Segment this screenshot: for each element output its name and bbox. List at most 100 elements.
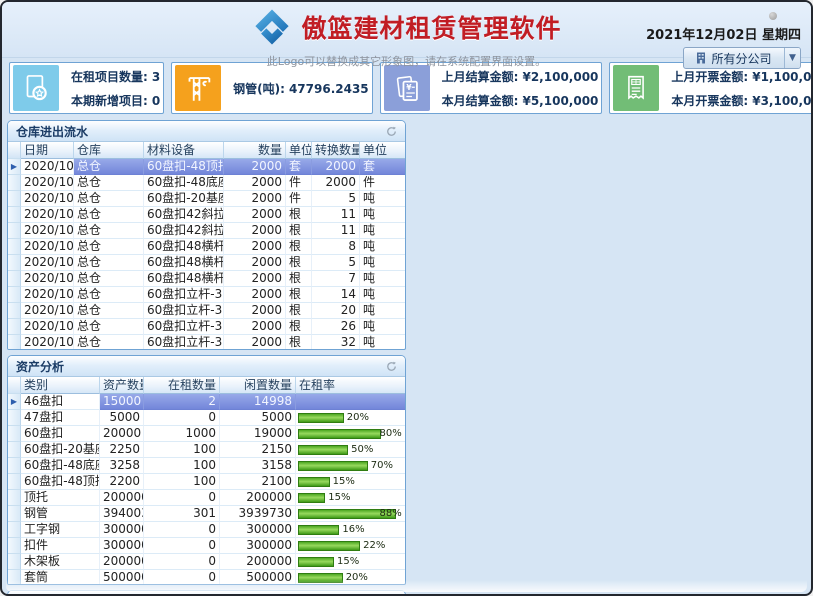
table-cell: 2020/10/5 [21,207,74,223]
table-cell: 20000 [100,426,144,442]
table-row[interactable]: 扣件300000030000022% [8,538,405,554]
selected-row-indicator: ▶ [8,159,21,175]
panel-asset-analysis: 资产分析 类别资产数量在租数量闲置数量在租率▶46盘扣1500021499847… [7,355,406,585]
table-row[interactable]: 60盘扣2000010001900080% [8,426,405,442]
column-header[interactable]: 在租数量 [144,377,220,394]
table-cell: 47盘扣 [21,410,100,426]
table-cell: 根 [286,255,312,271]
table-cell: 60盘扣48横杆-... [144,271,224,287]
table-cell: 吨 [360,191,406,207]
stat-label: 在租项目数量: [71,70,148,84]
table-cell: 总仓 [74,175,144,191]
row-indicator-header [8,377,21,394]
column-header[interactable]: 日期 [21,142,74,159]
app-logo-icon [251,6,293,48]
stat-label: 上月开票金额: [671,70,748,84]
table-cell: 3940031 [100,506,144,522]
rent-rate-label: 50% [351,442,373,457]
table-cell: 2000 [312,159,360,175]
refresh-icon[interactable] [384,124,399,139]
row-indicator-header [8,142,21,159]
table-cell: 2020/10/5 [21,159,74,175]
table-cell: 扣件 [21,538,100,554]
column-header[interactable]: 闲置数量 [220,377,296,394]
table-row[interactable]: 工字钢300000030000016% [8,522,405,538]
table-row[interactable]: 钢管3940031301393973088% [8,506,405,522]
dropdown-arrow-button[interactable]: ▼ [784,48,800,68]
table-cell: 根 [286,335,312,350]
table-row[interactable]: 47盘扣50000500020% [8,410,405,426]
table-cell: 5 [312,255,360,271]
stat-value: 0 [152,94,160,108]
table-cell: 60盘扣立杆-3.... [144,319,224,335]
table-cell: 2020/10/5 [21,335,74,350]
table-cell: 2000 [312,175,360,191]
table-cell: 0 [144,538,220,554]
table-cell: 60盘扣-20基座... [144,191,224,207]
table-cell: 2000 [224,175,286,191]
table-cell: 19000 [220,426,296,442]
table-cell: 总仓 [74,207,144,223]
column-header[interactable]: 在租率 [296,377,406,394]
invoice-icon [613,65,659,111]
table-row[interactable]: 2020/10/5总仓60盘扣立杆-3....2000根32吨 [8,335,405,350]
selected-row-indicator: ▶ [8,394,21,410]
row-indicator [8,538,21,554]
table-cell: 60盘扣立杆-3.... [144,335,224,350]
table-row[interactable]: 2020/10/5总仓60盘扣42斜拉...2000根11吨 [8,207,405,223]
table-row[interactable]: 2020/10/5总仓60盘扣-48底座...2000件2000件 [8,175,405,191]
table-cell: 300000 [220,522,296,538]
rent-rate-bar-cell: 50% [296,442,406,458]
table-cell: 总仓 [74,319,144,335]
row-indicator [8,426,21,442]
table-row[interactable]: 2020/10/5总仓60盘扣立杆-3....2000根14吨 [8,287,405,303]
panel-title: 资产分析 [16,358,64,375]
column-header[interactable]: 类别 [21,377,100,394]
table-cell: 2000 [224,159,286,175]
branch-selector-value: 所有分公司 [711,50,771,67]
table-cell: 3939730 [220,506,296,522]
table-row[interactable]: 2020/10/5总仓60盘扣立杆-3....2000根20吨 [8,303,405,319]
table-row[interactable]: 60盘扣-48底座3258100315870% [8,458,405,474]
table-row[interactable]: ▶46盘扣15000214998 [8,394,405,410]
table-cell: 14998 [220,394,296,410]
refresh-icon[interactable] [384,359,399,374]
table-cell: 5000 [100,410,144,426]
rent-rate-label: 70% [371,458,393,473]
table-row[interactable]: 2020/10/5总仓60盘扣48横杆-...2000根8吨 [8,239,405,255]
table-row[interactable]: 2020/10/5总仓60盘扣立杆-3....2000根26吨 [8,319,405,335]
branch-selector[interactable]: 所有分公司 ▼ [683,47,801,69]
table-row[interactable]: 顶托200000020000015% [8,490,405,506]
column-header[interactable]: 仓库 [74,142,144,159]
column-header[interactable]: 单位 [360,142,406,159]
table-cell: 0 [144,570,220,585]
table-cell: 根 [286,287,312,303]
rent-rate-bar-cell [296,394,406,410]
column-header[interactable]: 数量 [224,142,286,159]
row-indicator [8,191,21,207]
table-row[interactable]: 套筒500000050000020% [8,570,405,585]
table-row[interactable]: 木架板200000020000015% [8,554,405,570]
row-indicator [8,458,21,474]
column-header[interactable]: 单位 [286,142,312,159]
table-cell: 2000 [224,271,286,287]
table-row[interactable]: ▶2020/10/5总仓60盘扣-48顶托...2000套2000套 [8,159,405,175]
table-cell: 5000 [220,410,296,426]
table-cell: 件 [360,175,406,191]
settlement-doc-icon: ¥ [384,65,430,111]
stat-card-invoice: 上月开票金额:¥1,100,000 本月开票金额:¥3,100,000 [609,62,813,114]
table-cell: 0 [144,410,220,426]
column-header[interactable]: 材料设备 [144,142,224,159]
table-row[interactable]: 2020/10/5总仓60盘扣-20基座...2000件5吨 [8,191,405,207]
table-row[interactable]: 2020/10/5总仓60盘扣42斜拉...2000根11吨 [8,223,405,239]
column-header[interactable]: 转换数量 [312,142,360,159]
table-cell: 2000 [224,191,286,207]
date-label: 2021年12月02日 星期四 [646,24,801,43]
table-row[interactable]: 60盘扣-20基座2250100215050% [8,442,405,458]
table-row[interactable]: 2020/10/5总仓60盘扣48横杆-...2000根5吨 [8,255,405,271]
table-row[interactable]: 60盘扣-48顶托2200100210015% [8,474,405,490]
table-cell: 根 [286,239,312,255]
table-row[interactable]: 2020/10/5总仓60盘扣48横杆-...2000根7吨 [8,271,405,287]
column-header[interactable]: 资产数量 [100,377,144,394]
table-cell: 60盘扣48横杆-... [144,239,224,255]
